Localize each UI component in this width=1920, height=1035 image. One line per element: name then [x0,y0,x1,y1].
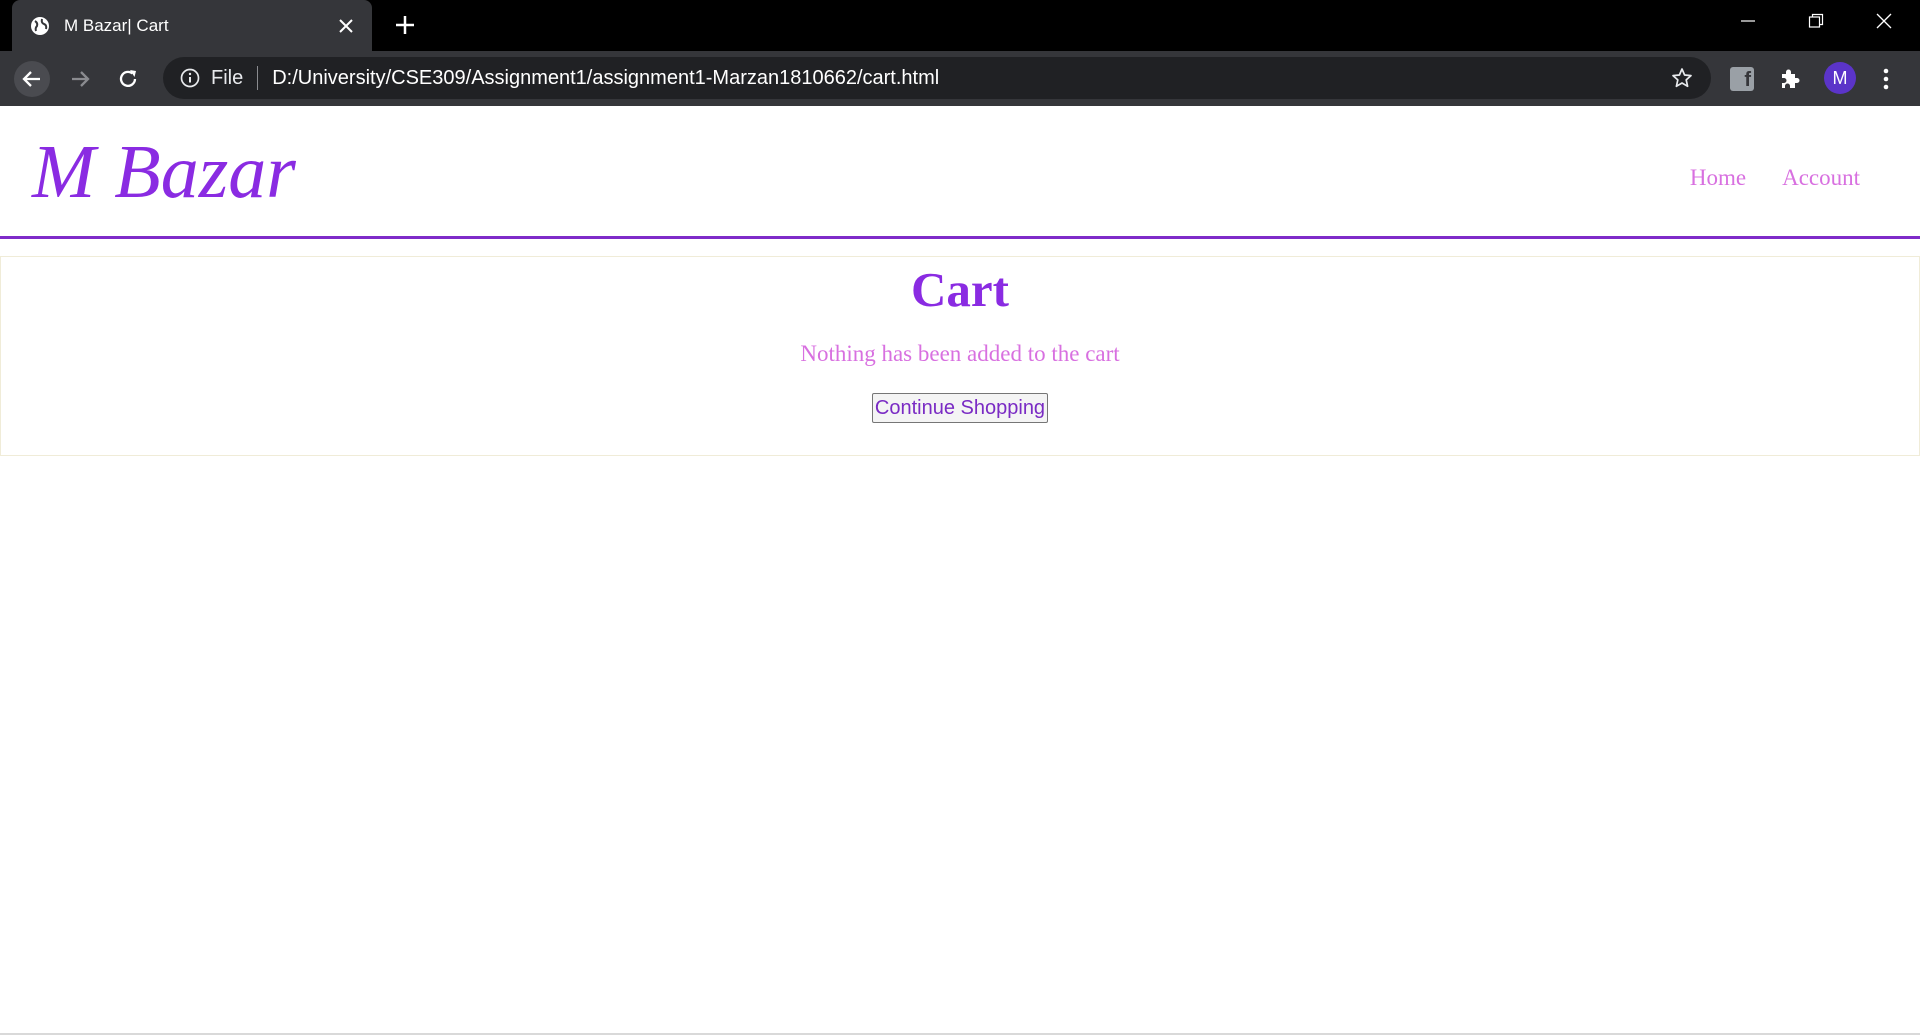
browser-toolbar: File D:/University/CSE309/Assignment1/as… [0,51,1920,106]
nav-link-home[interactable]: Home [1690,165,1746,191]
reload-button[interactable] [110,61,146,97]
bookmark-star-icon[interactable] [1669,65,1695,91]
restore-button[interactable] [1782,0,1850,42]
kebab-menu-icon [1883,68,1889,90]
restore-icon [1808,13,1824,28]
continue-shopping-button[interactable]: Continue Shopping [871,393,1049,424]
url-text[interactable]: D:/University/CSE309/Assignment1/assignm… [272,67,1669,90]
forward-button[interactable] [62,61,98,97]
globe-icon [30,16,50,36]
scheme-label: File [211,66,244,89]
site-logo[interactable]: M Bazar [32,134,296,210]
tab-strip: M Bazar| Cart [0,0,1920,51]
facebook-icon: f [1730,67,1754,91]
tab-title: M Bazar| Cart [64,15,169,35]
close-window-button[interactable] [1850,0,1918,42]
puzzle-icon [1782,69,1800,88]
reload-icon [119,70,137,87]
minimize-button[interactable] [1714,0,1782,42]
back-button[interactable] [14,61,50,97]
nav-link-account[interactable]: Account [1782,165,1860,191]
new-tab-button[interactable] [392,12,418,38]
arrow-left-icon [22,71,40,87]
address-bar[interactable]: File D:/University/CSE309/Assignment1/as… [163,57,1711,99]
main-nav: Home Account [1690,165,1860,191]
facebook-extension-button[interactable]: f [1728,65,1756,93]
cart-section: Cart Nothing has been added to the cart … [0,256,1920,456]
browser-menu-button[interactable] [1872,65,1900,93]
extensions-button[interactable] [1776,65,1804,93]
close-tab-icon[interactable] [334,14,358,38]
address-divider [257,66,259,90]
active-tab[interactable]: M Bazar| Cart [12,0,372,51]
page-viewport: M Bazar Home Account Cart Nothing has be… [0,106,1920,1035]
profile-avatar[interactable]: M [1824,62,1856,94]
plus-icon [396,16,414,34]
minimize-icon [1741,20,1755,22]
empty-cart-message: Nothing has been added to the cart [800,340,1120,366]
arrow-right-icon [72,71,90,87]
site-header: M Bazar Home Account [0,106,1920,239]
close-icon [1876,13,1892,29]
info-icon[interactable] [179,67,201,89]
page-title: Cart [911,262,1009,317]
